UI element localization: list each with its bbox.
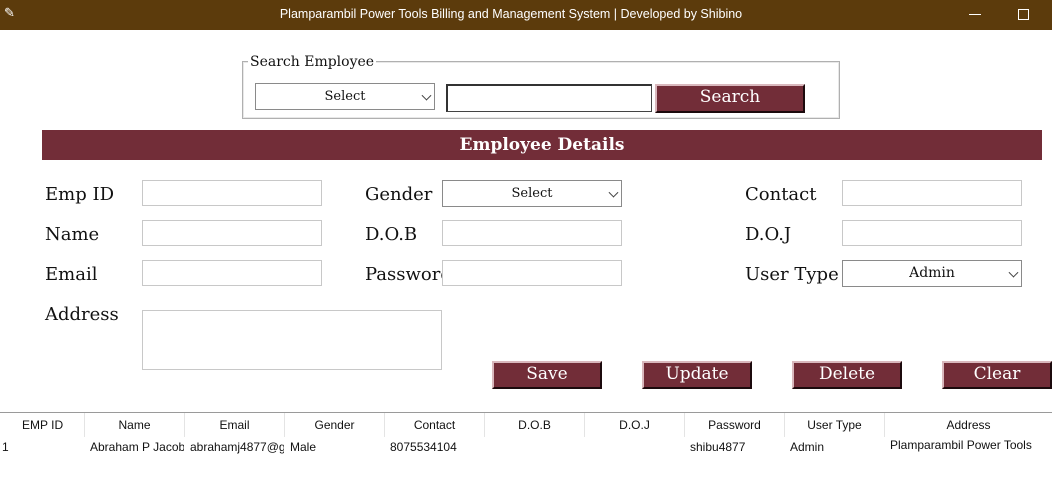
search-by-select[interactable]: Select bbox=[255, 83, 435, 110]
column-header-name[interactable]: Name bbox=[85, 413, 185, 437]
column-header-user-type[interactable]: User Type bbox=[785, 413, 885, 437]
contact-label: Contact bbox=[745, 184, 817, 205]
clear-button[interactable]: Clear bbox=[942, 361, 1052, 389]
save-button[interactable]: Save bbox=[492, 361, 602, 389]
doj-field[interactable] bbox=[842, 220, 1022, 246]
chevron-down-icon bbox=[421, 90, 432, 101]
minimize-icon[interactable] bbox=[969, 14, 981, 15]
window-title: Plamparambil Power Tools Billing and Man… bbox=[279, 7, 743, 21]
cell-user-type: Admin bbox=[790, 440, 825, 454]
cell-email: abrahamj4877@g bbox=[190, 440, 284, 454]
email-field[interactable] bbox=[142, 260, 322, 286]
search-input[interactable] bbox=[446, 84, 652, 112]
address-label: Address bbox=[45, 304, 119, 325]
column-header-email[interactable]: Email bbox=[185, 413, 285, 437]
user-type-select[interactable]: Admin bbox=[842, 260, 1022, 287]
user-type-label: User Type bbox=[745, 264, 839, 285]
column-header-contact[interactable]: Contact bbox=[385, 413, 485, 437]
emp-id-label: Emp ID bbox=[45, 184, 114, 205]
password-label: Password bbox=[365, 264, 452, 285]
address-field[interactable] bbox=[142, 310, 442, 370]
contact-field[interactable] bbox=[842, 180, 1022, 206]
doj-label: D.O.J bbox=[745, 224, 792, 245]
cell-password: shibu4877 bbox=[690, 440, 746, 454]
delete-button[interactable]: Delete bbox=[792, 361, 902, 389]
emp-id-field[interactable] bbox=[142, 180, 322, 206]
dob-label: D.O.B bbox=[365, 224, 418, 245]
dob-field[interactable] bbox=[442, 220, 622, 246]
column-header-gender[interactable]: Gender bbox=[285, 413, 385, 437]
cell-address: Plamparambil Power Tools bbox=[890, 438, 1032, 452]
cell-name: Abraham P Jacob bbox=[90, 440, 184, 454]
name-field[interactable] bbox=[142, 220, 322, 246]
gender-select[interactable]: Select bbox=[442, 180, 622, 207]
cell-contact: 8075534104 bbox=[390, 440, 457, 454]
user-type-select-value: Admin bbox=[909, 265, 955, 281]
cell-emp-id: 1 bbox=[2, 440, 9, 454]
column-header-password[interactable]: Password bbox=[685, 413, 785, 437]
title-bar: ✎ Plamparambil Power Tools Billing and M… bbox=[0, 0, 1052, 30]
column-header-doj[interactable]: D.O.J bbox=[585, 413, 685, 437]
name-label: Name bbox=[45, 224, 100, 245]
chevron-down-icon bbox=[608, 187, 619, 198]
column-header-emp-id[interactable]: EMP ID bbox=[0, 413, 85, 437]
gender-label: Gender bbox=[365, 184, 433, 205]
chevron-down-icon bbox=[1008, 267, 1019, 278]
search-employee-legend: Search Employee bbox=[248, 54, 377, 70]
cell-gender: Male bbox=[290, 440, 317, 454]
maximize-icon[interactable] bbox=[1018, 9, 1029, 20]
update-button[interactable]: Update bbox=[642, 361, 752, 389]
employee-details-header: Employee Details bbox=[42, 130, 1042, 160]
column-header-address[interactable]: Address bbox=[885, 413, 1052, 437]
column-header-dob[interactable]: D.O.B bbox=[485, 413, 585, 437]
search-by-select-value: Select bbox=[324, 89, 366, 104]
password-field[interactable] bbox=[442, 260, 622, 286]
search-button[interactable]: Search bbox=[655, 84, 805, 113]
gender-select-value: Select bbox=[511, 186, 553, 201]
email-label: Email bbox=[45, 264, 98, 285]
